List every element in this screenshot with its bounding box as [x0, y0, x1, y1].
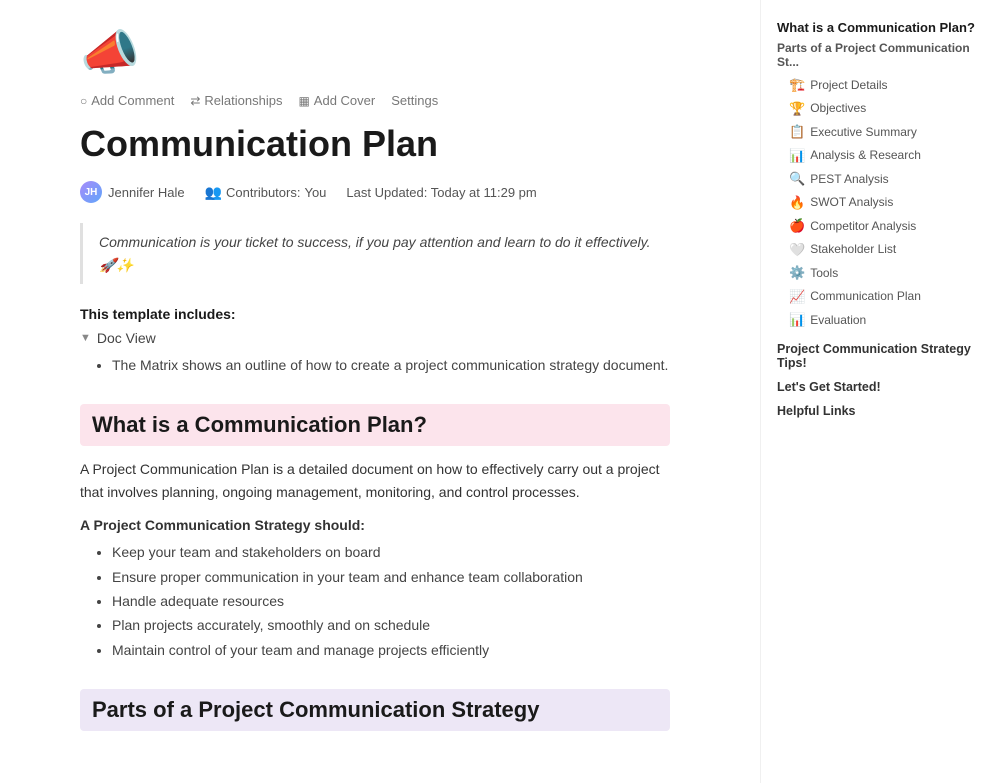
contributors-label: Contributors: — [226, 185, 300, 200]
add-cover-button[interactable]: ▦ Add Cover — [298, 93, 375, 108]
section-what-is-heading: What is a Communication Plan? — [80, 404, 670, 446]
stakeholder-list-icon: 🤍 — [789, 240, 805, 260]
sidebar: What is a Communication Plan? Parts of a… — [760, 0, 1000, 783]
bullet-1: Keep your team and stakeholders on board — [112, 541, 670, 563]
comment-icon: ○ — [80, 94, 87, 108]
pest-analysis-icon: 🔍 — [789, 169, 805, 189]
sidebar-item-competitor-analysis[interactable]: 🍎 Competitor Analysis — [777, 214, 984, 238]
author-block: JH Jennifer Hale — [80, 181, 185, 203]
contributors-value: You — [304, 185, 326, 200]
section-parts-of-heading: Parts of a Project Communication Strateg… — [80, 689, 670, 731]
swot-analysis-icon: 🔥 — [789, 193, 805, 213]
analysis-research-label: Analysis & Research — [810, 146, 921, 164]
bullet-2: Ensure proper communication in your team… — [112, 566, 670, 588]
swot-analysis-label: SWOT Analysis — [810, 193, 893, 211]
doc-icon: 📣 — [80, 24, 670, 81]
meta-row: JH Jennifer Hale 👥 Contributors: You Las… — [80, 181, 670, 203]
sidebar-item-swot-analysis[interactable]: 🔥 SWOT Analysis — [777, 191, 984, 215]
contributors-block: 👥 Contributors: You — [205, 184, 327, 201]
stakeholder-list-label: Stakeholder List — [810, 240, 896, 258]
communication-plan-icon: 📈 — [789, 287, 805, 307]
sidebar-item-project-details[interactable]: 🏗️ Project Details — [777, 73, 984, 97]
cover-icon: ▦ — [298, 94, 309, 108]
doc-view-bullets: The Matrix shows an outline of how to cr… — [80, 354, 670, 376]
add-comment-button[interactable]: ○ Add Comment — [80, 93, 174, 108]
toggle-arrow-icon[interactable]: ▼ — [80, 332, 91, 344]
contributors-icon: 👥 — [205, 184, 222, 201]
executive-summary-label: Executive Summary — [810, 123, 917, 141]
sidebar-item-stakeholder-list[interactable]: 🤍 Stakeholder List — [777, 238, 984, 262]
relationships-icon: ⇄ — [190, 94, 200, 108]
bullet-4: Plan projects accurately, smoothly and o… — [112, 614, 670, 636]
quote-block: Communication is your ticket to success,… — [80, 223, 670, 284]
toolbar: ○ Add Comment ⇄ Relationships ▦ Add Cove… — [80, 93, 670, 108]
main-content: 📣 ○ Add Comment ⇄ Relationships ▦ Add Co… — [0, 0, 730, 783]
page-layout: 📣 ○ Add Comment ⇄ Relationships ▦ Add Co… — [0, 0, 1000, 783]
sidebar-item-evaluation[interactable]: 📊 Evaluation — [777, 308, 984, 332]
page-title: Communication Plan — [80, 122, 670, 165]
sidebar-main-heading[interactable]: What is a Communication Plan? — [777, 20, 984, 35]
section-parts-of: Parts of a Project Communication Strateg… — [80, 689, 670, 731]
pest-analysis-label: PEST Analysis — [810, 170, 888, 188]
doc-view-label: Doc View — [97, 330, 156, 346]
analysis-research-icon: 📊 — [789, 146, 805, 166]
project-details-label: Project Details — [810, 76, 887, 94]
sidebar-item-objectives[interactable]: 🏆 Objectives — [777, 97, 984, 121]
sidebar-link-tips[interactable]: Project Communication Strategy Tips! — [777, 342, 984, 370]
objectives-label: Objectives — [810, 99, 866, 117]
tools-label: Tools — [810, 264, 838, 282]
bullet-3: Handle adequate resources — [112, 590, 670, 612]
sidebar-item-communication-plan[interactable]: 📈 Communication Plan — [777, 285, 984, 309]
sidebar-link-get-started[interactable]: Let's Get Started! — [777, 380, 984, 394]
evaluation-icon: 📊 — [789, 310, 805, 330]
sidebar-item-tools[interactable]: ⚙️ Tools — [777, 261, 984, 285]
avatar: JH — [80, 181, 102, 203]
objectives-icon: 🏆 — [789, 99, 805, 119]
sidebar-item-executive-summary[interactable]: 📋 Executive Summary — [777, 120, 984, 144]
relationships-button[interactable]: ⇄ Relationships — [190, 93, 282, 108]
tools-icon: ⚙️ — [789, 263, 805, 283]
section-para-1: A Project Communication Plan is a detail… — [80, 458, 670, 503]
sidebar-item-pest-analysis[interactable]: 🔍 PEST Analysis — [777, 167, 984, 191]
sidebar-sub-heading[interactable]: Parts of a Project Communication St... — [777, 41, 984, 69]
project-details-icon: 🏗️ — [789, 75, 805, 95]
doc-view-description: The Matrix shows an outline of how to cr… — [112, 354, 670, 376]
communication-plan-label: Communication Plan — [810, 287, 921, 305]
executive-summary-icon: 📋 — [789, 122, 805, 142]
author-name: Jennifer Hale — [108, 185, 185, 200]
section-what-is: What is a Communication Plan? A Project … — [80, 404, 670, 661]
doc-view-row: ▼ Doc View — [80, 330, 670, 346]
evaluation-label: Evaluation — [810, 311, 866, 329]
competitor-analysis-icon: 🍎 — [789, 216, 805, 236]
sidebar-link-helpful-links[interactable]: Helpful Links — [777, 404, 984, 418]
sidebar-items: 🏗️ Project Details 🏆 Objectives 📋 Execut… — [777, 73, 984, 332]
settings-button[interactable]: Settings — [391, 93, 438, 108]
template-title: This template includes: — [80, 306, 670, 322]
competitor-analysis-label: Competitor Analysis — [810, 217, 916, 235]
last-updated: Last Updated: Today at 11:29 pm — [346, 185, 536, 200]
template-section: This template includes: ▼ Doc View The M… — [80, 306, 670, 376]
section-para-2: A Project Communication Strategy should: — [80, 517, 670, 533]
sidebar-item-analysis-research[interactable]: 📊 Analysis & Research — [777, 144, 984, 168]
strategy-bullets: Keep your team and stakeholders on board… — [80, 541, 670, 661]
bullet-5: Maintain control of your team and manage… — [112, 639, 670, 661]
